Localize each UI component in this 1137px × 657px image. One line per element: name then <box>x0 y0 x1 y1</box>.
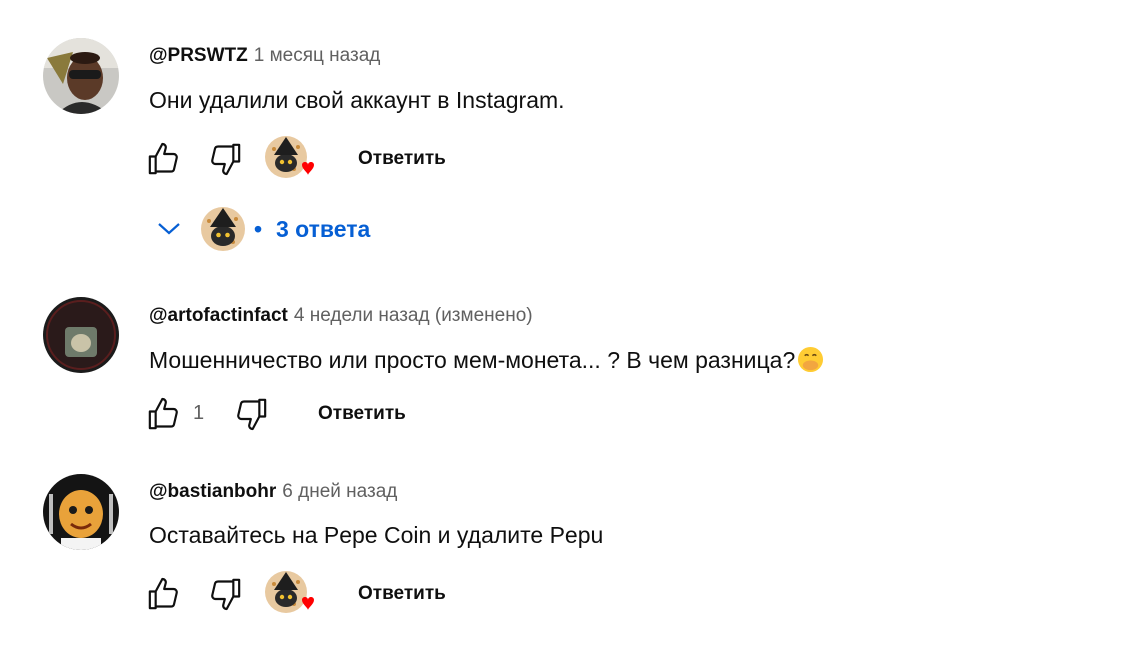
avatar-logo <box>43 297 119 373</box>
avatar-cartoon <box>43 474 119 550</box>
reply-button[interactable]: Ответить <box>358 148 446 170</box>
thumb-down-icon <box>211 143 241 176</box>
dislike-button[interactable] <box>231 394 271 434</box>
comment-author[interactable]: @PRSWTZ <box>149 45 248 66</box>
view-replies-button[interactable]: • 3 ответа <box>154 206 394 252</box>
reply-button[interactable]: Ответить <box>318 403 406 425</box>
comment-header: @bastianbohr 6 дней назад <box>149 481 397 503</box>
thumb-up-icon <box>148 577 178 610</box>
chevron-down-icon <box>158 223 180 235</box>
creator-heart-icon <box>265 136 314 178</box>
comment-header: @PRSWTZ 1 месяц назад <box>149 45 380 67</box>
like-button[interactable] <box>144 394 184 434</box>
replier-avatar <box>201 207 245 251</box>
replies-count[interactable]: 3 ответа <box>276 206 370 252</box>
reply-button[interactable]: Ответить <box>358 583 446 605</box>
dislike-button[interactable] <box>205 574 245 614</box>
creator-heart <box>264 135 314 183</box>
avatar-photo <box>43 38 119 114</box>
comment-author[interactable]: @bastianbohr <box>149 481 276 502</box>
comment-timestamp[interactable]: 1 месяц назад <box>254 45 381 66</box>
like-count: 1 <box>193 402 205 424</box>
thumb-down-icon <box>211 578 241 611</box>
comment-text: Оставайтесь на Pepe Coin и удалите Pepu <box>149 522 604 548</box>
like-button[interactable] <box>144 574 184 614</box>
bullet-separator: • <box>254 216 263 242</box>
comment-text: Мошенничество или просто мем-монета... ?… <box>149 346 824 374</box>
avatar[interactable] <box>43 474 119 550</box>
creator-heart <box>264 570 314 618</box>
dislike-button[interactable] <box>205 139 245 179</box>
comment-text-body: Мошенничество или просто мем-монета... ?… <box>149 347 796 373</box>
comment-text: Они удалили свой аккаунт в Instagram. <box>149 87 565 113</box>
thumb-up-icon <box>148 142 178 175</box>
thumb-up-icon <box>148 397 178 430</box>
thumb-down-icon <box>237 398 267 431</box>
comment-timestamp[interactable]: 4 недели назад (изменено) <box>294 305 533 326</box>
like-button[interactable] <box>144 139 184 179</box>
avatar[interactable] <box>43 38 119 114</box>
comment-author[interactable]: @artofactinfact <box>149 305 288 326</box>
comment-timestamp[interactable]: 6 дней назад <box>282 481 397 502</box>
comment-header: @artofactinfact 4 недели назад (изменено) <box>149 305 533 327</box>
creator-heart-icon <box>265 571 314 613</box>
face-with-hand-over-mouth-emoji <box>798 346 824 373</box>
avatar[interactable] <box>43 297 119 373</box>
